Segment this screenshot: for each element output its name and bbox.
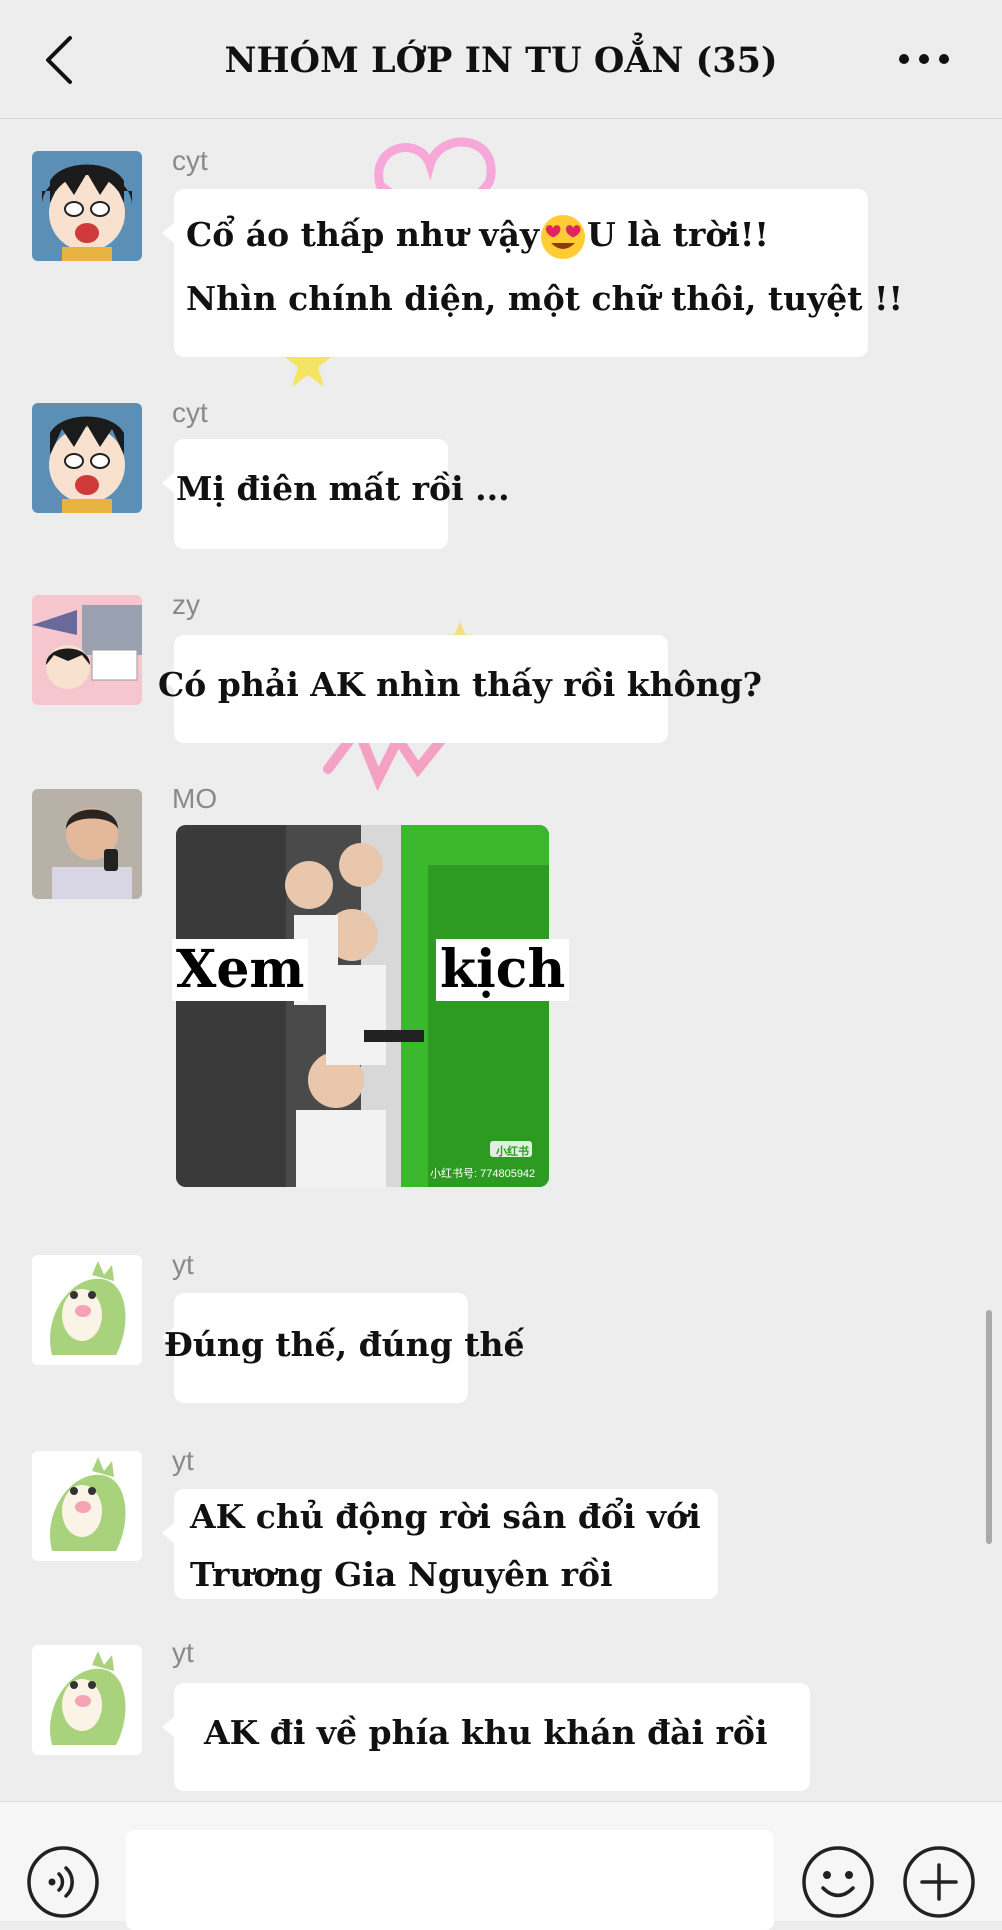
image-caption-left: Xem	[172, 939, 309, 1001]
avatar[interactable]	[32, 1451, 142, 1561]
voice-icon[interactable]	[26, 1845, 100, 1919]
emoji-icon[interactable]	[801, 1845, 875, 1919]
heart-eyes-emoji-icon	[539, 213, 587, 261]
message-line: U là trời!!	[587, 215, 769, 254]
photo-avatar-icon	[32, 789, 142, 899]
cartoon-sleeping-girl-avatar-icon	[32, 595, 142, 705]
green-dinosaur-avatar-icon	[32, 1645, 142, 1755]
chat-header: NHÓM LỚP IN TU OẲN (35)	[0, 0, 1002, 119]
message-text: AK chủ động rời sân đổi với	[190, 1497, 701, 1536]
cartoon-girl-avatar-icon	[32, 151, 142, 261]
avatar[interactable]	[32, 1645, 142, 1755]
group-photo-image	[176, 825, 549, 1187]
sender-name: yt	[172, 1445, 194, 1476]
sender-name: cyt	[172, 145, 208, 176]
more-options-icon[interactable]	[896, 44, 952, 74]
message-row: yt AK đi về phía khu khán đài rồi	[0, 1619, 1002, 1801]
chat-title: NHÓM LỚP IN TU OẲN (35)	[224, 40, 778, 81]
message-text: Mị điên mất rồi ...	[176, 469, 510, 508]
message-row: yt Đúng thế, đúng thế	[0, 1231, 1002, 1431]
message-row: yt AK chủ động rời sân đổi với Trương Gi…	[0, 1425, 1002, 1625]
avatar[interactable]	[32, 789, 142, 899]
sender-name: zy	[172, 589, 200, 620]
message-text: Đúng thế, đúng thế	[164, 1325, 525, 1364]
message-row: cyt Cổ áo thấp như vậy U là trời!! Nhìn …	[0, 119, 1002, 379]
message-bubble[interactable]: Mị điên mất rồi ...	[162, 439, 510, 549]
avatar[interactable]	[32, 1255, 142, 1365]
image-caption-right: kịch	[436, 939, 570, 1001]
avatar[interactable]	[32, 151, 142, 261]
message-bubble[interactable]: Đúng thế, đúng thế	[162, 1293, 524, 1403]
message-bubble[interactable]: AK chủ động rời sân đổi với Trương Gia N…	[162, 1489, 718, 1599]
message-list[interactable]: cyt Cổ áo thấp như vậy U là trời!! Nhìn …	[0, 119, 1002, 1801]
green-dinosaur-avatar-icon	[32, 1255, 142, 1365]
sender-name: yt	[172, 1637, 194, 1668]
sender-name: MO	[172, 783, 218, 814]
plus-icon[interactable]	[902, 1845, 976, 1919]
image-message[interactable]: 小红书 小红书号: 774805942	[176, 825, 549, 1187]
avatar[interactable]	[32, 595, 142, 705]
message-bubble[interactable]: Cổ áo thấp như vậy U là trời!! Nhìn chín…	[162, 189, 903, 357]
sender-name: cyt	[172, 397, 208, 428]
green-dinosaur-avatar-icon	[32, 1451, 142, 1561]
message-text: AK đi về phía khu khán đài rồi	[204, 1713, 768, 1752]
message-text: Trương Gia Nguyên rồi	[190, 1555, 613, 1594]
image-id-text: 小红书号: 774805942	[430, 1168, 536, 1180]
input-bar	[0, 1801, 1002, 1930]
cartoon-girl-avatar-icon	[32, 403, 142, 513]
sender-name: yt	[172, 1249, 194, 1280]
message-text: Nhìn chính diện, một chữ thôi, tuyệt !!	[186, 279, 903, 318]
message-text: Có phải AK nhìn thấy rồi không?	[158, 665, 762, 704]
message-bubble[interactable]: Có phải AK nhìn thấy rồi không?	[158, 635, 762, 743]
message-line: Cổ áo thấp như vậy	[186, 215, 540, 254]
scrollbar[interactable]	[986, 1310, 992, 1544]
image-badge-text: 小红书	[496, 1146, 529, 1158]
message-row: cyt Mị điên mất rồi ...	[0, 373, 1002, 573]
avatar[interactable]	[32, 403, 142, 513]
message-input[interactable]	[126, 1830, 774, 1930]
message-bubble[interactable]: AK đi về phía khu khán đài rồi	[162, 1683, 810, 1791]
message-text: Cổ áo thấp như vậy U là trời!!	[186, 205, 769, 265]
message-row: zy Có phải AK nhìn thấy rồi không?	[0, 565, 1002, 765]
